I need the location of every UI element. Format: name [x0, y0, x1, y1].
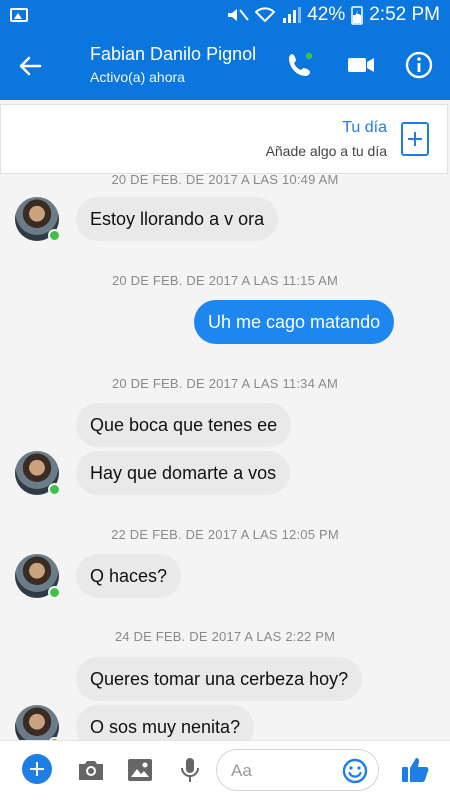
your-day-title[interactable]: Tu día	[342, 119, 387, 137]
conversation-header: Fabian Danilo Pignol Activo(a) ahora	[0, 30, 450, 100]
online-indicator	[48, 483, 61, 496]
incoming-message[interactable]: Q haces?	[76, 554, 182, 598]
message-timestamp: 20 DE FEB. DE 2017 A LAS 11:15 AM	[111, 273, 339, 288]
video-call-icon[interactable]	[346, 50, 376, 80]
incoming-message[interactable]: Que boca que tenes ee	[76, 403, 292, 447]
mute-icon	[228, 9, 249, 21]
contact-avatar[interactable]	[15, 554, 61, 599]
voice-call-icon[interactable]	[285, 50, 315, 80]
message-timestamp: 22 DE FEB. DE 2017 A LAS 12:05 PM	[111, 527, 339, 542]
back-arrow-icon[interactable]	[16, 52, 44, 80]
like-thumbs-up-icon[interactable]	[400, 755, 430, 785]
contact-avatar[interactable]	[15, 197, 61, 242]
incoming-message[interactable]: Estoy llorando a v ora	[76, 197, 279, 241]
more-actions-plus-icon[interactable]	[22, 754, 52, 784]
incoming-message[interactable]: Queres tomar una cerbeza hoy?	[76, 657, 363, 701]
emoji-icon[interactable]	[342, 758, 368, 784]
message-timestamp: 20 DE FEB. DE 2017 A LAS 10:49 AM	[111, 172, 339, 187]
online-indicator	[48, 586, 61, 599]
outgoing-message[interactable]: Uh me cago matando	[194, 300, 395, 344]
status-bar: 42% 2:52 PM	[0, 0, 450, 30]
composer-bar	[0, 740, 450, 800]
wifi-icon	[255, 7, 276, 23]
gallery-icon[interactable]	[125, 755, 155, 785]
presence-status: Activo(a) ahora	[90, 69, 185, 85]
incoming-message[interactable]: Hay que domarte a vos	[76, 451, 291, 495]
your-day-panel[interactable]: Tu día Añade algo a tu día	[0, 104, 448, 174]
battery-percent: 42%	[307, 4, 346, 25]
camera-icon[interactable]	[76, 755, 106, 785]
message-timestamp: 20 DE FEB. DE 2017 A LAS 11:34 AM	[111, 376, 339, 391]
add-to-day-icon[interactable]	[401, 122, 429, 156]
microphone-icon[interactable]	[175, 755, 205, 785]
message-composer[interactable]	[216, 749, 379, 791]
contact-name[interactable]: Fabian Danilo Pignol	[90, 44, 256, 65]
signal-icon	[283, 7, 302, 23]
battery-charging-icon	[351, 6, 363, 25]
message-timestamp: 24 DE FEB. DE 2017 A LAS 2:22 PM	[114, 629, 336, 644]
online-indicator	[48, 229, 61, 242]
your-day-subtitle: Añade algo a tu día	[265, 143, 387, 159]
info-icon[interactable]	[404, 50, 434, 80]
gallery-notification-icon	[10, 8, 28, 22]
status-indicators: 42% 2:52 PM	[227, 4, 440, 26]
status-time: 2:52 PM	[369, 4, 440, 25]
contact-avatar[interactable]	[15, 451, 61, 496]
message-input[interactable]	[231, 759, 341, 783]
